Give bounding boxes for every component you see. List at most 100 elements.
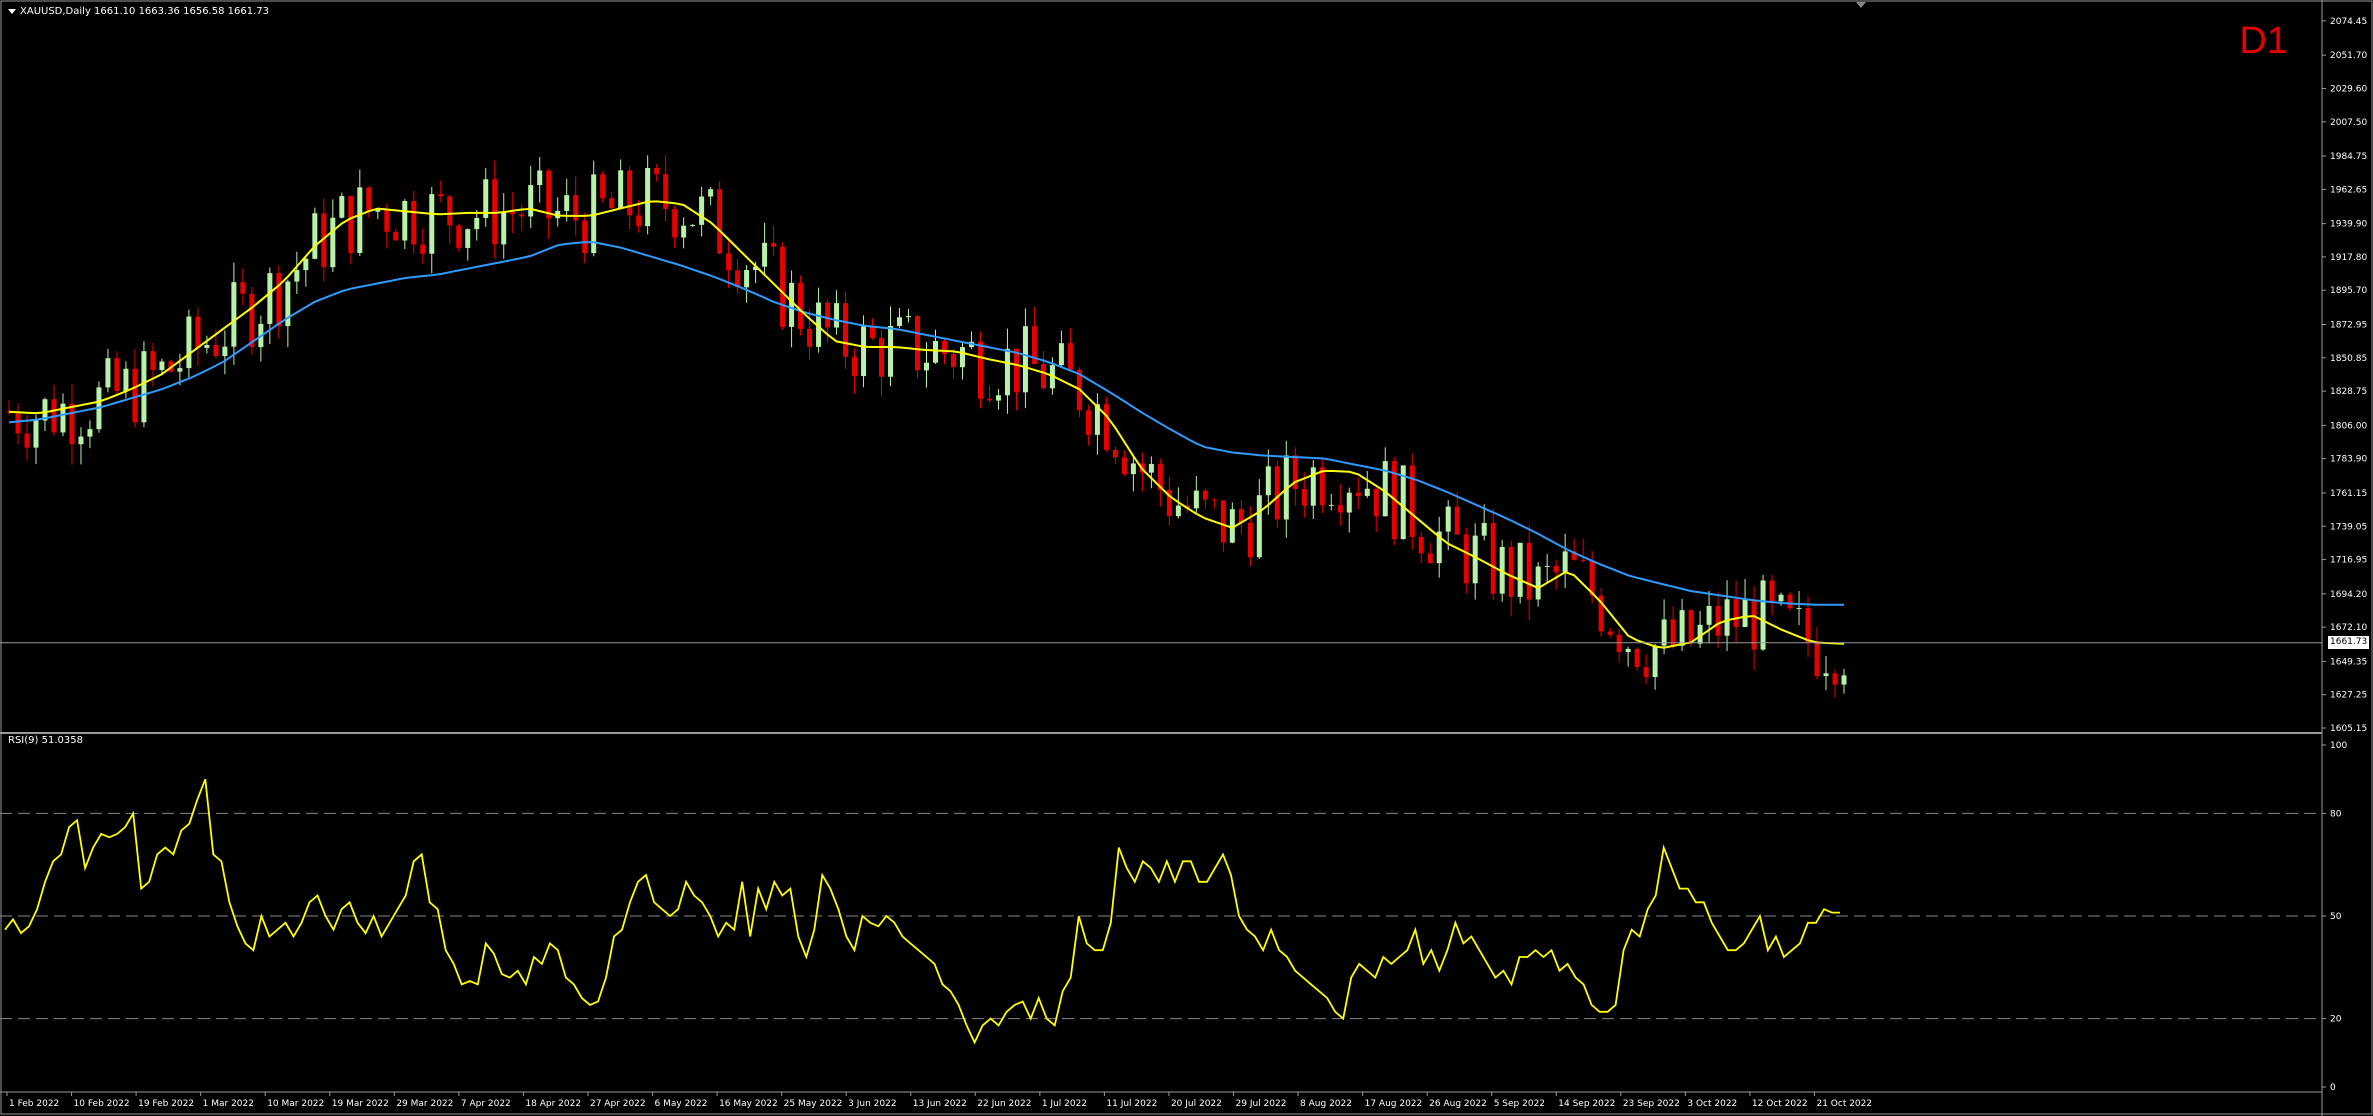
symbol-header[interactable]: XAUUSD,Daily 1661.10 1663.36 1656.58 166… — [8, 6, 269, 17]
candle-body — [1724, 599, 1730, 636]
candle-body — [1733, 599, 1739, 627]
candle-body — [924, 362, 929, 371]
price-tick-label: 1828.75 — [2330, 387, 2367, 397]
candle-body — [1706, 606, 1712, 625]
rsi-header: RSI(9) 51.0358 — [8, 735, 83, 746]
outer-border — [0, 0, 2373, 1115]
date-tick-label: 6 May 2022 — [655, 1099, 708, 1109]
candle-body — [195, 316, 201, 348]
candle-body — [1373, 488, 1379, 517]
rsi-axis: 100 80 50 20 0 — [0, 741, 2347, 1093]
candle-body — [690, 224, 696, 226]
price-tick-label: 2007.50 — [2330, 118, 2367, 128]
date-tick-label: 11 Jul 2022 — [1106, 1099, 1157, 1109]
candle-body — [1778, 594, 1784, 602]
candle-body — [393, 231, 399, 241]
price-tick-label: 1962.65 — [2330, 185, 2367, 195]
candle-body — [986, 398, 992, 401]
candle-body — [402, 200, 408, 241]
candle-body — [825, 302, 831, 328]
candle-body — [1688, 610, 1694, 644]
date-tick-label: 26 Aug 2022 — [1429, 1099, 1487, 1109]
candle-body — [1454, 506, 1460, 535]
timeframe-badge: D1 — [2239, 20, 2288, 62]
candle-body — [564, 195, 570, 211]
candle-body — [1742, 599, 1748, 627]
ma-fast-line — [8, 200, 1845, 649]
candle-body — [438, 194, 444, 197]
candle-body — [1643, 667, 1649, 677]
candle-body — [977, 341, 983, 399]
candle-body — [995, 395, 1001, 401]
dropdown-triangle-icon[interactable] — [8, 8, 16, 14]
date-tick-label: 3 Jun 2022 — [848, 1099, 896, 1109]
candle-body — [1364, 488, 1370, 496]
candle-body — [249, 293, 255, 348]
date-tick-label: 1 Mar 2022 — [203, 1099, 254, 1109]
candle-body — [1427, 553, 1433, 564]
candle-body — [717, 189, 723, 254]
candle-body — [1472, 535, 1478, 584]
candle-body — [546, 170, 552, 219]
candle-body — [1607, 631, 1613, 635]
candle-body — [78, 436, 84, 445]
price-tick-label: 1895.70 — [2330, 286, 2367, 296]
date-axis: 1 Feb 2022 10 Feb 2022 19 Feb 2022 1 Mar 20… — [6, 1092, 1872, 1109]
candle-body — [888, 325, 894, 377]
date-tick-label: 3 Oct 2022 — [1687, 1099, 1737, 1109]
candle-body — [834, 303, 840, 328]
candle-body — [1769, 580, 1775, 602]
candle-body — [843, 303, 849, 357]
candle-body — [1265, 466, 1271, 496]
candle-body — [501, 212, 507, 245]
candle-body — [69, 403, 75, 445]
price-axis: 2074.45 2051.70 2029.60 2007.50 1984.75 1962.… — [2322, 17, 2367, 734]
rsi-tick-label: 0 — [2330, 1083, 2336, 1093]
candle-body — [510, 212, 516, 215]
price-chart[interactable]: 2074.45 2051.70 2029.60 2007.50 1984.75 1962.… — [0, 0, 2373, 1116]
candle-body — [744, 269, 750, 288]
candle-body — [150, 351, 156, 371]
candle-body — [1418, 536, 1424, 554]
candle-body — [1445, 506, 1451, 532]
chart-shift-marker-icon[interactable] — [1856, 2, 1866, 8]
candle-body — [357, 187, 363, 253]
candle-body — [950, 354, 956, 368]
candle-body — [447, 196, 453, 226]
candle-body — [213, 344, 219, 357]
candle-body — [1148, 463, 1154, 473]
candle-body — [1256, 495, 1262, 558]
candle-body — [1301, 489, 1307, 506]
candle-body — [1490, 523, 1496, 594]
price-tick-label: 1694.20 — [2330, 590, 2367, 600]
candle-body — [1535, 566, 1541, 600]
candle-body — [1337, 504, 1343, 513]
candle-body — [312, 213, 318, 259]
candle-body — [1661, 619, 1667, 646]
candle-body — [708, 189, 714, 197]
candle-body — [870, 326, 876, 338]
date-tick-label: 10 Feb 2022 — [74, 1099, 130, 1109]
candle-body — [276, 273, 282, 327]
chart-window[interactable]: 2074.45 2051.70 2029.60 2007.50 1984.75 1962.… — [0, 0, 2373, 1116]
candle-body — [1463, 534, 1469, 584]
candle-body — [429, 194, 435, 254]
candle-body — [636, 215, 642, 227]
candles — [6, 155, 1847, 698]
date-tick-label: 1 Feb 2022 — [9, 1099, 59, 1109]
candle-body — [1175, 505, 1181, 517]
chart-frame — [0, 0, 2373, 1116]
candle-body — [114, 358, 120, 391]
candle-body — [366, 187, 372, 212]
price-tick-label: 1739.05 — [2330, 522, 2367, 532]
candle-body — [672, 209, 678, 238]
date-tick-label: 18 Apr 2022 — [525, 1099, 581, 1109]
date-tick-label: 16 May 2022 — [719, 1099, 778, 1109]
candle-body — [1346, 492, 1352, 513]
candle-body — [330, 217, 336, 268]
candle-body — [1220, 500, 1226, 543]
date-tick-label: 23 Sep 2022 — [1623, 1099, 1680, 1109]
candle-body — [537, 170, 543, 186]
current-price-tag: 1661.73 — [2328, 636, 2370, 649]
candle-body — [663, 174, 669, 210]
